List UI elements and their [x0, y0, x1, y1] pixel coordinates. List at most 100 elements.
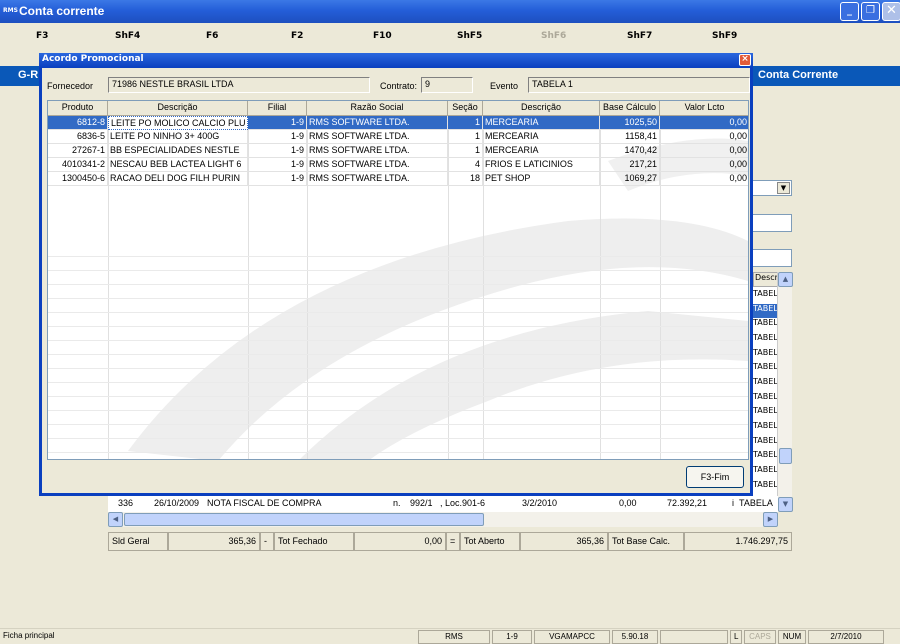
row-location: , Loc.901-6	[440, 498, 486, 508]
fornecedor-label: Fornecedor	[47, 81, 94, 91]
bg-field-2[interactable]	[752, 249, 792, 267]
chevron-left-icon: ◀	[112, 515, 119, 523]
maximize-button[interactable]: ❐	[861, 2, 880, 21]
table-cell[interactable]: TABELA	[753, 362, 779, 376]
status-date: 2/7/2010	[808, 630, 884, 644]
table-row[interactable]: 336 26/10/2009 NOTA FISCAL DE COMPRA n. …	[108, 496, 778, 512]
table-cell[interactable]: TABELA	[753, 392, 779, 406]
cell-filial: 1-9	[248, 158, 307, 172]
fkey-f6[interactable]: F6	[206, 31, 218, 41]
fkey-f10[interactable]: F10	[373, 31, 392, 41]
column-header-secao[interactable]: Seção	[448, 101, 483, 116]
cell-filial: 1-9	[248, 172, 307, 186]
status-host: VGAMAPCC	[534, 630, 610, 644]
status-text: Ficha principal	[3, 631, 55, 640]
table-row[interactable]: 27267-1 BB ESPECIALIDADES NESTLE 1-9 RMS…	[48, 144, 748, 158]
cell-produto: 4010341-2	[48, 158, 108, 172]
cell-secao-descricao: PET SHOP	[483, 172, 600, 186]
acordo-promocional-dialog: Acordo Promocional × Fornecedor 71986 NE…	[39, 53, 753, 496]
table-cell[interactable]: TABELA	[753, 289, 779, 303]
cell-valor-lcto: 0,00	[660, 116, 748, 130]
contrato-field[interactable]: 9	[421, 77, 473, 93]
fkey-shf7[interactable]: ShF7	[627, 31, 652, 41]
cell-razao-social: RMS SOFTWARE LTDA.	[307, 130, 448, 144]
table-cell[interactable]: TABELA	[753, 406, 779, 420]
filter-select[interactable]: ▼	[752, 180, 792, 196]
minus-sign: -	[260, 532, 274, 551]
contrato-label: Contrato:	[380, 81, 418, 91]
cell-descricao: NESCAU BEB LACTEA LIGHT 6	[108, 158, 248, 172]
tot-base-label: Tot Base Calc.	[608, 532, 684, 551]
f3-fim-button[interactable]: F3-Fim	[686, 466, 744, 488]
column-header-valor-lcto[interactable]: Valor Lcto	[660, 101, 748, 116]
cell-filial: 1-9	[248, 130, 307, 144]
cell-base-calculo: 1158,41	[600, 130, 660, 144]
grid-header: Produto Descrição Filial Razão Social Se…	[48, 101, 748, 116]
totals-bar: Sld Geral 365,36 - Tot Fechado 0,00 = To…	[108, 532, 792, 551]
minimize-button[interactable]: _	[840, 2, 859, 21]
cell-produto: 6812-8	[48, 116, 108, 130]
column-header-secao-descricao[interactable]: Descrição	[483, 101, 600, 116]
column-header-produto[interactable]: Produto	[48, 101, 108, 116]
status-app: RMS	[418, 630, 490, 644]
cell-secao: 1	[448, 116, 483, 130]
table-cell[interactable]: TABELA	[753, 436, 779, 450]
fkey-f2[interactable]: F2	[291, 31, 303, 41]
scroll-up-button[interactable]: ▲	[778, 272, 793, 287]
minimize-icon: _	[847, 5, 852, 16]
column-header-filial[interactable]: Filial	[248, 101, 307, 116]
table-cell[interactable]: TABELA	[753, 304, 779, 318]
table-row[interactable]: 6836-5 LEITE PO NINHO 3+ 400G 1-9 RMS SO…	[48, 130, 748, 144]
bg-grid-column-header[interactable]: Descriç	[753, 272, 779, 287]
table-cell[interactable]: TABELA	[753, 480, 779, 494]
chevron-down-icon: ▼	[782, 500, 789, 508]
chevron-right-icon: ▶	[767, 515, 774, 523]
window-titlebar: RMS Conta corrente _ ❐ ✕	[0, 0, 900, 23]
horizontal-scrollbar[interactable]: ◀ ▶	[108, 512, 778, 527]
scroll-left-button[interactable]: ◀	[108, 512, 123, 527]
cell-valor-lcto: 0,00	[660, 130, 748, 144]
table-cell[interactable]: TABELA	[753, 450, 779, 464]
chevron-up-icon: ▲	[782, 275, 789, 283]
tot-aberto-value: 365,36	[520, 532, 608, 551]
table-cell[interactable]: TABELA	[753, 348, 779, 362]
table-cell[interactable]: TABELA	[753, 421, 779, 435]
cell-produto: 1300450-6	[48, 172, 108, 186]
vertical-scrollbar[interactable]: ▲ ▼	[777, 272, 793, 512]
close-icon: ×	[741, 54, 749, 64]
fkey-shf5[interactable]: ShF5	[457, 31, 482, 41]
status-bar: Ficha principal RMS 1-9 VGAMAPCC 5.90.18…	[0, 628, 900, 644]
table-cell[interactable]: TABELA	[753, 318, 779, 332]
chevron-down-icon[interactable]: ▼	[777, 182, 790, 194]
evento-field[interactable]: TABELA 1	[528, 77, 750, 93]
scroll-right-button[interactable]: ▶	[763, 512, 778, 527]
status-num: NUM	[778, 630, 806, 644]
fkey-f3[interactable]: F3	[36, 31, 48, 41]
column-header-descricao[interactable]: Descrição	[108, 101, 248, 116]
cell-razao-social: RMS SOFTWARE LTDA.	[307, 172, 448, 186]
column-header-base-calculo[interactable]: Base Cálculo	[600, 101, 660, 116]
bg-field-1[interactable]	[752, 214, 792, 232]
equals-sign: =	[446, 532, 460, 551]
fkey-shf4[interactable]: ShF4	[115, 31, 140, 41]
row-description: NOTA FISCAL DE COMPRA	[207, 498, 322, 508]
scroll-down-button[interactable]: ▼	[778, 497, 793, 512]
fornecedor-field[interactable]: 71986 NESTLE BRASIL LTDA	[108, 77, 370, 93]
fkey-shf9[interactable]: ShF9	[712, 31, 737, 41]
dialog-close-button[interactable]: ×	[739, 54, 751, 66]
cell-razao-social: RMS SOFTWARE LTDA.	[307, 116, 448, 130]
table-cell[interactable]: TABELA	[753, 465, 779, 479]
scroll-thumb[interactable]	[779, 448, 792, 464]
cell-descricao: LEITE PO NINHO 3+ 400G	[108, 130, 248, 144]
scroll-thumb[interactable]	[124, 513, 484, 526]
table-row[interactable]: 6812-8 LEITE PO MOLICO CALCIO PLU 1-9 RM…	[48, 116, 748, 130]
column-header-razao-social[interactable]: Razão Social	[307, 101, 448, 116]
close-button[interactable]: ✕	[882, 2, 900, 21]
table-cell[interactable]: TABELA	[753, 333, 779, 347]
row-date: 26/10/2009	[154, 498, 200, 508]
table-row[interactable]: 1300450-6 RACAO DELI DOG FILH PURIN 1-9 …	[48, 172, 748, 186]
table-cell[interactable]: TABELA	[753, 377, 779, 391]
table-row[interactable]: 4010341-2 NESCAU BEB LACTEA LIGHT 6 1-9 …	[48, 158, 748, 172]
promo-products-grid[interactable]: Produto Descrição Filial Razão Social Se…	[47, 100, 749, 460]
row-number: 336	[118, 498, 134, 508]
